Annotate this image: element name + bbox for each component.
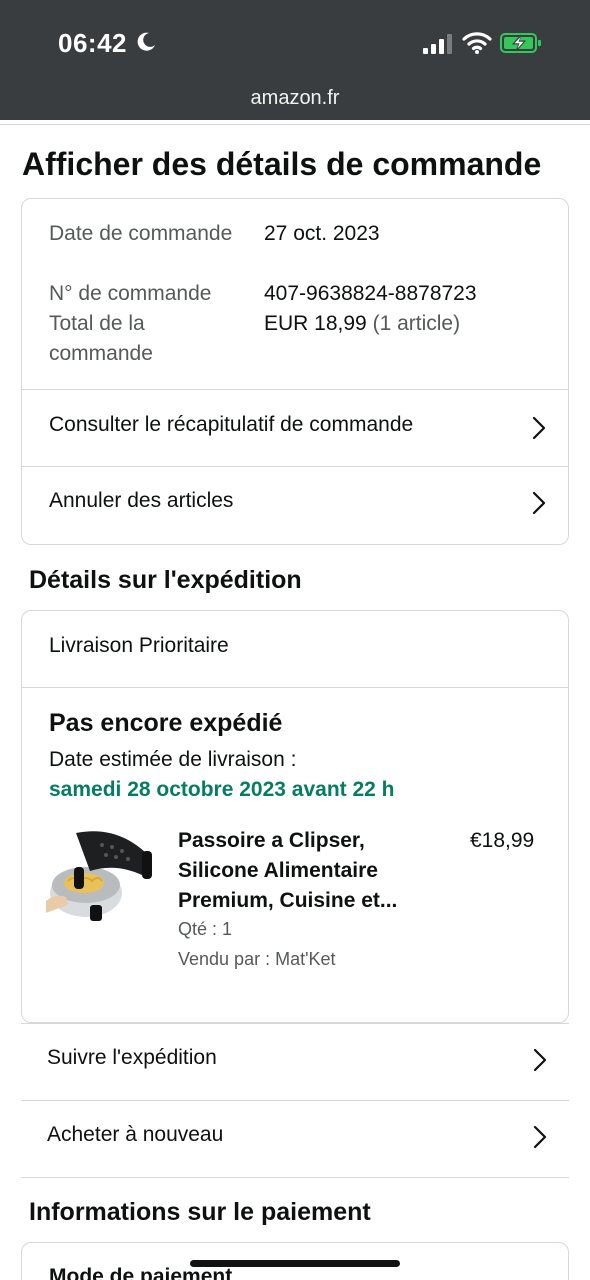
track-shipment-label: Suivre l'expédition bbox=[47, 1046, 217, 1069]
list-divider bbox=[21, 1177, 569, 1178]
wifi-icon bbox=[462, 32, 492, 54]
track-shipment-row[interactable]: Suivre l'expédition bbox=[21, 1024, 569, 1100]
shipping-method: Livraison Prioritaire bbox=[49, 634, 229, 657]
shipment-status: Pas encore expédié bbox=[49, 709, 283, 737]
order-total-amount: EUR 18,99 bbox=[264, 312, 367, 335]
page-title: Afficher des détails de commande bbox=[22, 146, 542, 182]
product-seller: Vendu par : Mat'Ket bbox=[178, 949, 336, 969]
shipment-card: Livraison Prioritaire Pas encore expédié… bbox=[21, 610, 569, 1023]
estimated-delivery-date: samedi 28 octobre 2023 avant 22 h bbox=[49, 778, 395, 801]
cancel-items-label: Annuler des articles bbox=[49, 489, 234, 512]
card-divider bbox=[22, 687, 568, 688]
order-date-label: Date de commande bbox=[49, 222, 233, 245]
buy-again-row[interactable]: Acheter à nouveau bbox=[21, 1101, 569, 1177]
payment-method-label: Mode de paiement bbox=[49, 1265, 233, 1280]
battery-charging-icon bbox=[500, 33, 541, 53]
buy-again-label: Acheter à nouveau bbox=[47, 1123, 224, 1146]
product-price: €18,99 bbox=[470, 829, 535, 852]
home-indicator[interactable] bbox=[190, 1260, 400, 1267]
order-number-value: 407-9638824-8878723 bbox=[264, 282, 477, 305]
payment-section-title: Informations sur le paiement bbox=[29, 1198, 371, 1226]
order-total-label: Total de la commande bbox=[49, 312, 153, 365]
order-total-count: (1 article) bbox=[372, 312, 461, 335]
status-bar: 06:42 amazon.fr bbox=[0, 0, 590, 120]
product-title[interactable]: Passoire a Clipser, Silicone Alimentaire… bbox=[178, 826, 438, 916]
order-date-value: 27 oct. 2023 bbox=[264, 222, 380, 245]
view-summary-label: Consulter le récapitulatif de commande bbox=[49, 413, 414, 436]
product-quantity: Qté : 1 bbox=[178, 919, 233, 939]
chevron-right-icon bbox=[532, 416, 546, 440]
order-total-value: EUR 18,99 (1 article) bbox=[264, 309, 460, 339]
status-time: 06:42 bbox=[58, 28, 127, 58]
chevron-right-icon bbox=[533, 1048, 547, 1072]
url-bar[interactable]: amazon.fr bbox=[0, 87, 590, 110]
moon-icon bbox=[137, 32, 155, 51]
top-divider bbox=[0, 124, 590, 125]
cancel-items-row[interactable]: Annuler des articles bbox=[22, 467, 568, 544]
chevron-right-icon bbox=[532, 491, 546, 515]
order-summary-card: Date de commande 27 oct. 2023 N° de comm… bbox=[21, 198, 569, 545]
shipping-section-title: Détails sur l'expédition bbox=[29, 566, 302, 594]
colander-product-image[interactable] bbox=[46, 823, 158, 923]
cellular-signal-icon bbox=[423, 34, 452, 54]
estimated-delivery-label: Date estimée de livraison : bbox=[49, 748, 297, 771]
chevron-right-icon bbox=[533, 1125, 547, 1149]
order-number-label: N° de commande bbox=[49, 282, 212, 305]
view-summary-row[interactable]: Consulter le récapitulatif de commande bbox=[22, 390, 568, 466]
